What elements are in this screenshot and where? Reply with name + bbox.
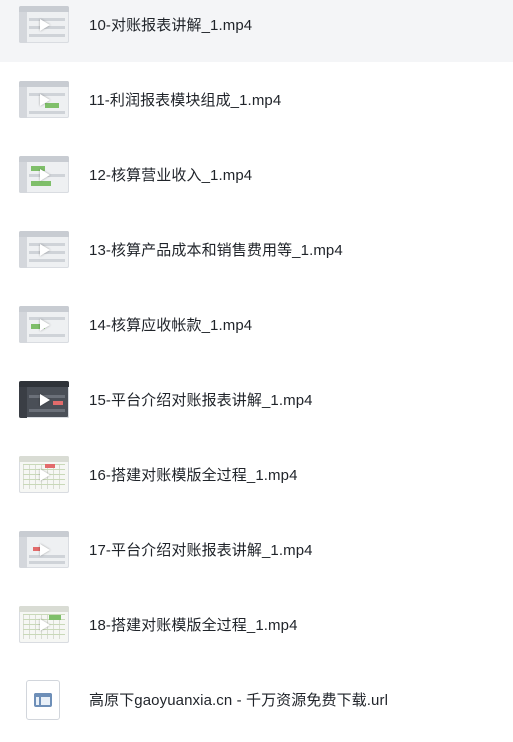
play-icon (40, 318, 50, 331)
file-row-14[interactable]: 14-核算应收帐款_1.mp4 (0, 287, 513, 362)
file-name: 13-核算产品成本和销售费用等_1.mp4 (89, 242, 343, 259)
file-name: 15-平台介绍对账报表讲解_1.mp4 (89, 392, 313, 409)
video-thumbnail-icon (19, 6, 69, 43)
file-name: 12-核算营业收入_1.mp4 (89, 167, 253, 184)
url-file-icon (23, 679, 63, 720)
file-name: 11-利润报表模块组成_1.mp4 (89, 92, 282, 109)
video-thumbnail-icon (19, 231, 69, 268)
file-name: 14-核算应收帐款_1.mp4 (89, 317, 253, 334)
file-name: 16-搭建对账模版全过程_1.mp4 (89, 467, 298, 484)
file-name: 17-平台介绍对账报表讲解_1.mp4 (89, 542, 313, 559)
file-name: 18-搭建对账模版全过程_1.mp4 (89, 617, 298, 634)
play-icon (40, 18, 50, 31)
video-thumbnail-icon (19, 531, 69, 568)
play-icon (40, 393, 50, 406)
file-row-10[interactable]: 10-对账报表讲解_1.mp4 (0, 0, 513, 62)
video-thumbnail-icon (19, 156, 69, 193)
file-row-11[interactable]: 11-利润报表模块组成_1.mp4 (0, 62, 513, 137)
file-name: 高原下gaoyuanxia.cn - 千万资源免费下载.url (89, 692, 389, 709)
play-icon (40, 618, 50, 631)
file-row-16[interactable]: 16-搭建对账模版全过程_1.mp4 (0, 437, 513, 512)
video-thumbnail-icon (19, 81, 69, 118)
file-browser: 10-对账报表讲解_1.mp4 11-利润报表模块组成_1.mp4 12-核算营… (0, 0, 513, 742)
file-row-18[interactable]: 18-搭建对账模版全过程_1.mp4 (0, 587, 513, 662)
play-icon (40, 243, 50, 256)
play-icon (40, 543, 50, 556)
file-list: 10-对账报表讲解_1.mp4 11-利润报表模块组成_1.mp4 12-核算营… (0, 0, 513, 737)
file-row-13[interactable]: 13-核算产品成本和销售费用等_1.mp4 (0, 212, 513, 287)
file-row-17[interactable]: 17-平台介绍对账报表讲解_1.mp4 (0, 512, 513, 587)
file-row-15[interactable]: 15-平台介绍对账报表讲解_1.mp4 (0, 362, 513, 437)
file-name: 10-对账报表讲解_1.mp4 (89, 17, 253, 34)
play-icon (40, 93, 50, 106)
video-thumbnail-icon (19, 306, 69, 343)
video-thumbnail-icon (19, 381, 69, 418)
file-row-12[interactable]: 12-核算营业收入_1.mp4 (0, 137, 513, 212)
file-row-url[interactable]: 高原下gaoyuanxia.cn - 千万资源免费下载.url (0, 662, 513, 737)
play-icon (40, 168, 50, 181)
play-icon (40, 468, 50, 481)
video-thumbnail-icon (19, 606, 69, 643)
video-thumbnail-icon (19, 456, 69, 493)
